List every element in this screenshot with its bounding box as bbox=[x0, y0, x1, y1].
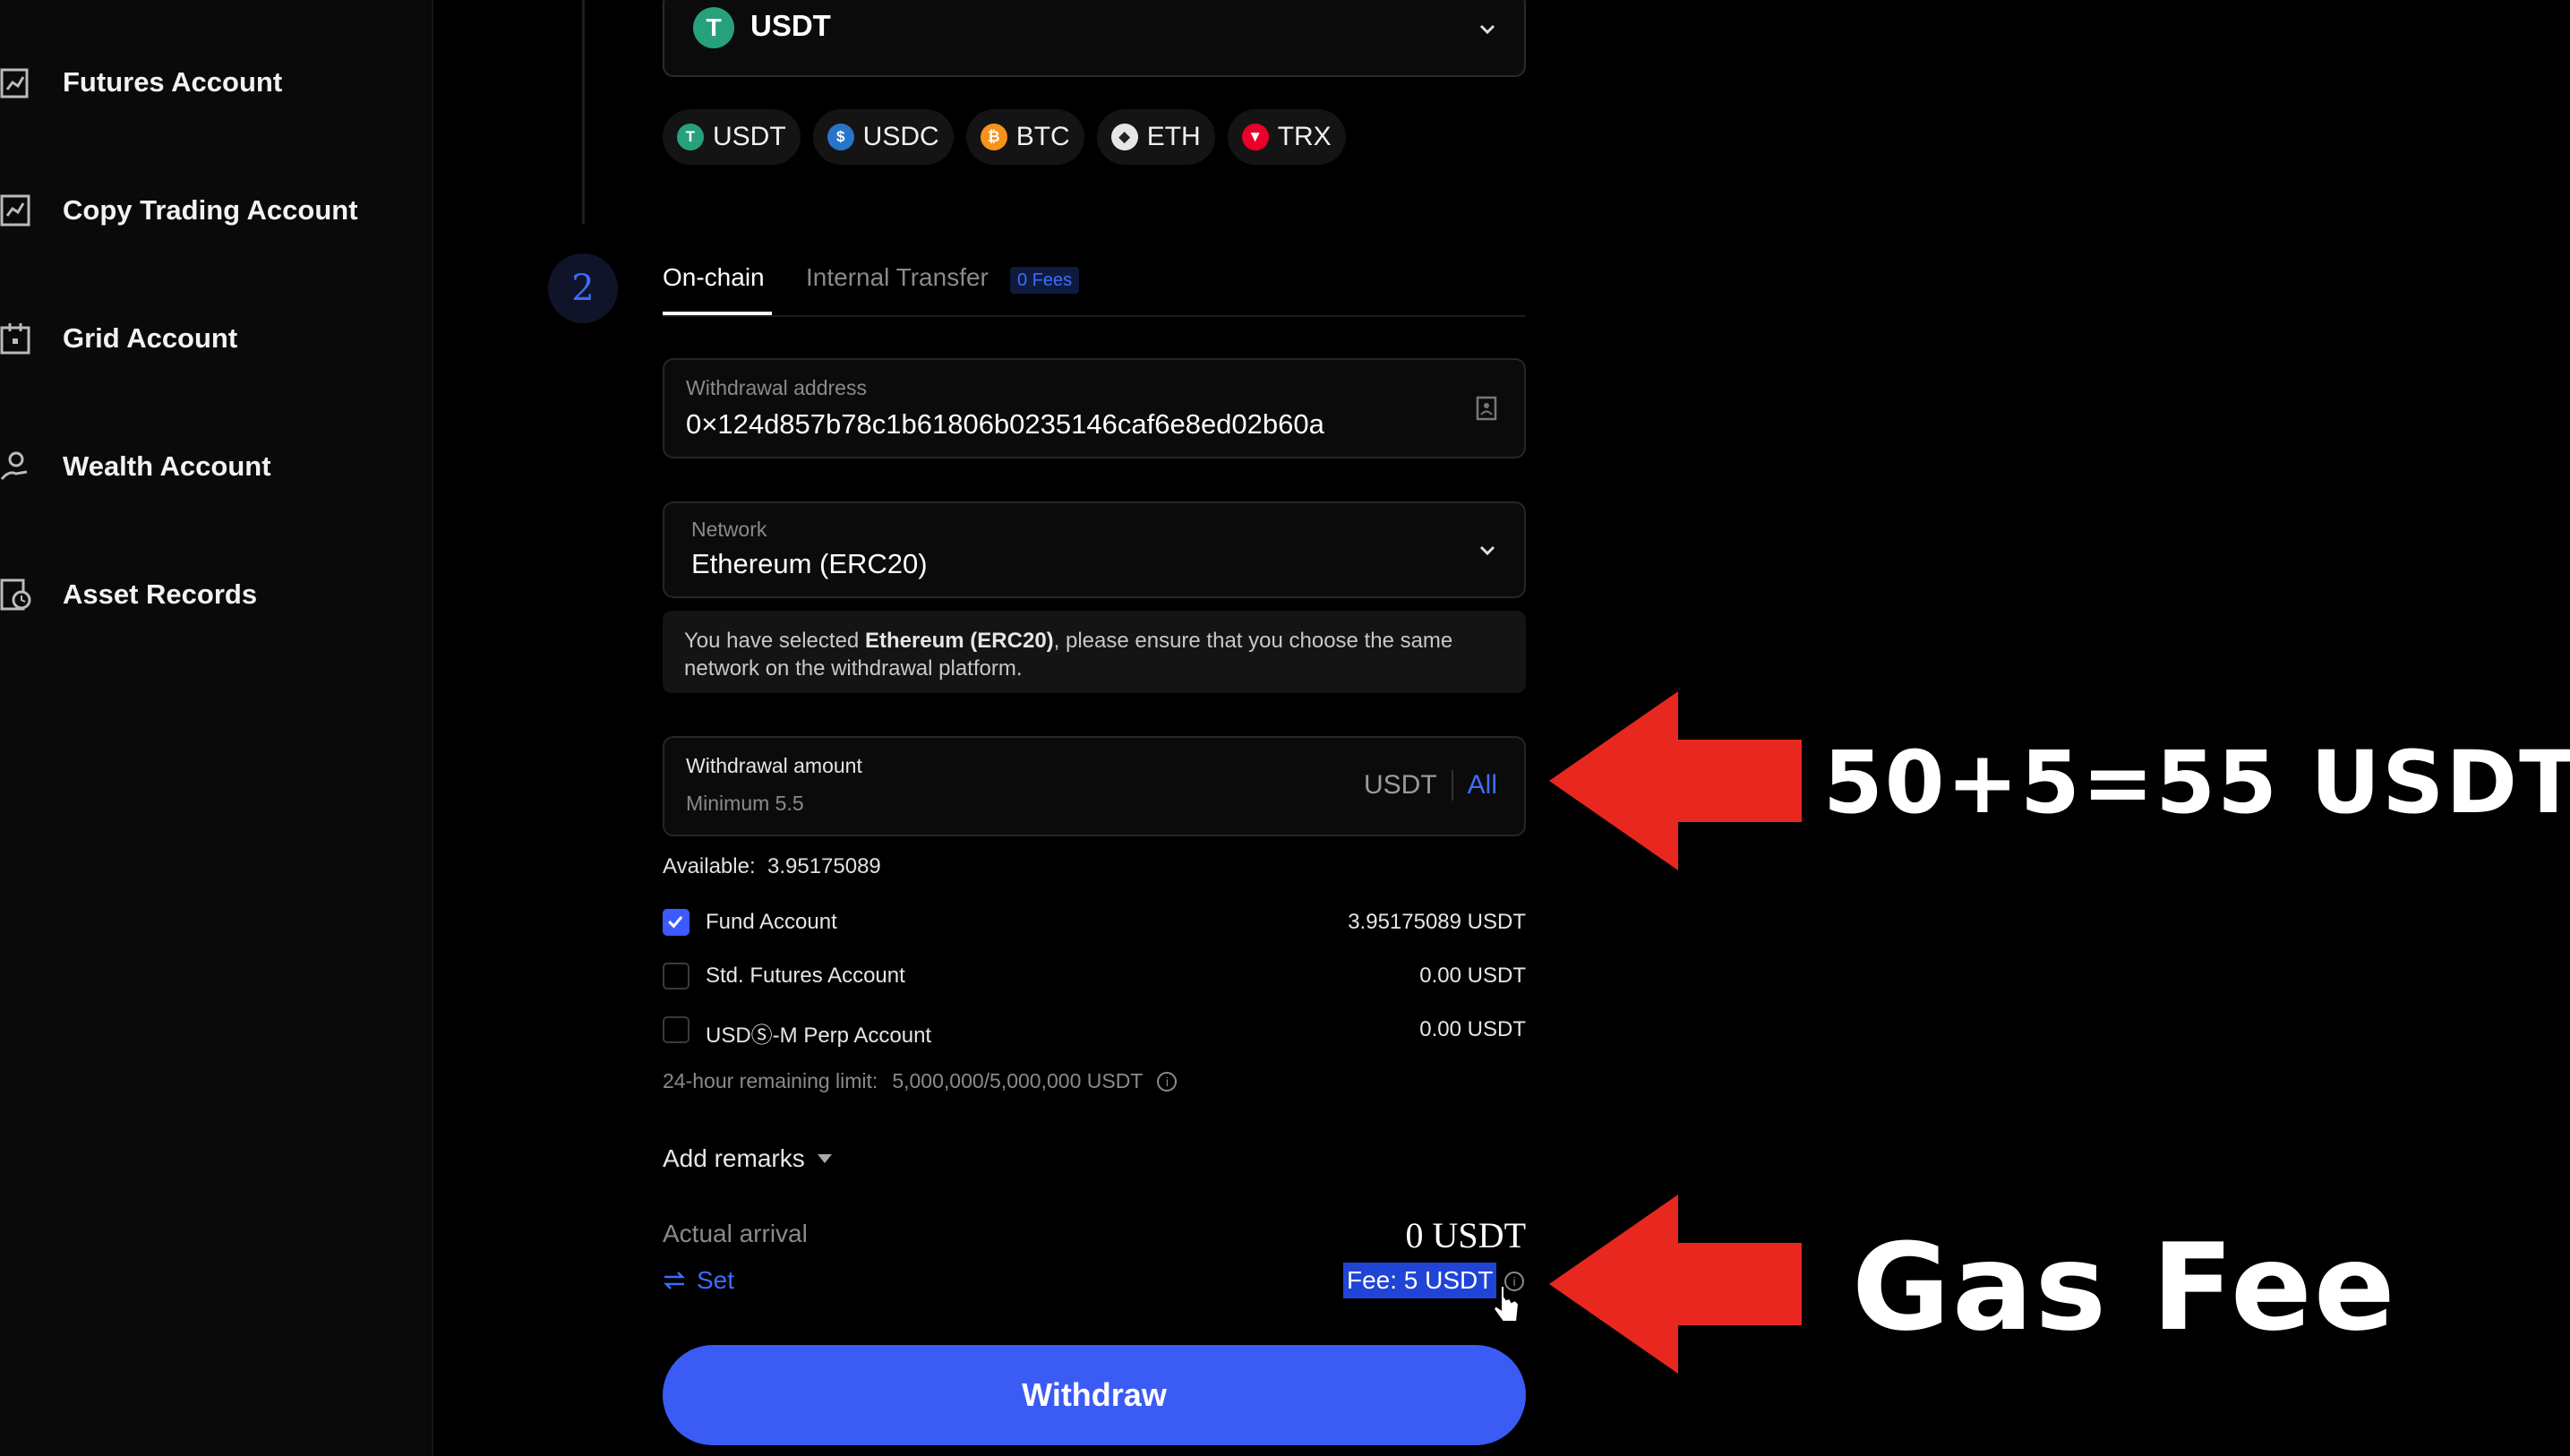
coin-chip-trx[interactable]: ▼ TRX bbox=[1227, 109, 1346, 165]
annotation-gas-fee: Gas Fee bbox=[1852, 1218, 2397, 1358]
amount-controls: USDT All bbox=[1364, 770, 1497, 801]
available-value: 3.95175089 bbox=[767, 854, 881, 878]
coin-chip-label: ETH bbox=[1146, 122, 1201, 151]
usdt-icon: T bbox=[677, 124, 704, 150]
step-rail bbox=[582, 0, 585, 224]
coin-chip-eth[interactable]: ◆ ETH bbox=[1096, 109, 1215, 165]
coin-chip-label: USDC bbox=[862, 122, 939, 151]
red-arrow-icon bbox=[1549, 1195, 1802, 1374]
sidebar: Futures Account Copy Trading Account Gri… bbox=[0, 0, 433, 1456]
zero-fees-badge: 0 Fees bbox=[1010, 267, 1080, 294]
available-label: Available: bbox=[663, 854, 756, 878]
usdt-icon: T bbox=[693, 7, 734, 48]
grid-icon bbox=[0, 323, 30, 355]
amount-all-button[interactable]: All bbox=[1453, 770, 1497, 801]
chevron-down-icon bbox=[1479, 24, 1495, 35]
set-link[interactable]: Set bbox=[663, 1266, 734, 1295]
fee-text: Fee: 5 USDT bbox=[1343, 1263, 1497, 1298]
account-name: Std. Futures Account bbox=[706, 964, 905, 988]
trx-icon: ▼ bbox=[1241, 124, 1269, 150]
sidebar-item-label: Wealth Account bbox=[63, 450, 271, 482]
swap-icon bbox=[663, 1272, 686, 1289]
usdc-icon: $ bbox=[827, 124, 854, 150]
account-value: 0.00 USDT bbox=[1419, 1017, 1526, 1041]
withdrawal-address-value[interactable]: 0×124d857b78c1b61806b0235146caf6e8ed02b6… bbox=[686, 408, 1324, 441]
info-icon[interactable]: i bbox=[1157, 1071, 1178, 1092]
network-notice: You have selected Ethereum (ERC20), plea… bbox=[663, 611, 1526, 693]
account-name: USDⓈ-M Perp Account bbox=[706, 1023, 932, 1048]
available-balance: Available: 3.95175089 bbox=[663, 854, 881, 879]
btc-icon: ₿ bbox=[980, 124, 1007, 150]
amount-unit: USDT bbox=[1364, 770, 1453, 801]
sidebar-item-label: Futures Account bbox=[63, 66, 283, 98]
sidebar-item-label: Asset Records bbox=[63, 578, 258, 610]
sidebar-item-label: Grid Account bbox=[63, 322, 238, 354]
actual-arrival-value: 0 USDT bbox=[1405, 1215, 1526, 1255]
account-name: Fund Account bbox=[706, 910, 837, 934]
account-value: 0.00 USDT bbox=[1419, 964, 1526, 988]
notice-network: Ethereum (ERC20) bbox=[864, 629, 1054, 653]
withdrawal-amount-label: Withdrawal amount bbox=[686, 754, 862, 777]
caret-down-icon bbox=[817, 1154, 832, 1163]
fund-account-checkbox[interactable] bbox=[663, 909, 690, 936]
red-arrow-icon bbox=[1549, 691, 1802, 870]
usds-m-perp-account-checkbox[interactable] bbox=[663, 1016, 690, 1043]
step-number-badge: 2 bbox=[548, 253, 618, 323]
withdraw-method-tabs: On-chain Internal Transfer 0 Fees bbox=[663, 260, 1526, 317]
network-label: Network bbox=[691, 518, 767, 541]
coin-chip-label: USDT bbox=[713, 122, 786, 151]
coin-chip-label: BTC bbox=[1015, 122, 1070, 151]
actual-arrival-label: Actual arrival bbox=[663, 1220, 808, 1247]
add-remarks-label: Add remarks bbox=[663, 1144, 805, 1172]
coin-chip-usdt[interactable]: T USDT bbox=[663, 109, 801, 165]
notice-prefix: You have selected bbox=[684, 629, 865, 653]
coin-chip-label: TRX bbox=[1277, 122, 1332, 151]
tab-on-chain[interactable]: On-chain bbox=[663, 263, 765, 292]
coin-chip-usdc[interactable]: $ USDC bbox=[812, 109, 954, 165]
coin-select[interactable]: T USDT bbox=[663, 0, 1526, 77]
network-value: Ethereum (ERC20) bbox=[691, 548, 928, 579]
account-row-fund: Fund Account 3.95175089 USDT bbox=[663, 906, 1526, 942]
std-futures-account-checkbox[interactable] bbox=[663, 963, 690, 989]
wealth-icon bbox=[0, 451, 28, 480]
remaining-limit: 24-hour remaining limit: 5,000,000/5,000… bbox=[663, 1069, 1178, 1093]
withdrawal-amount-minimum: Minimum 5.5 bbox=[686, 792, 804, 815]
address-book-icon[interactable] bbox=[1476, 396, 1497, 421]
copy-trading-icon bbox=[0, 194, 30, 227]
coin-chip-btc[interactable]: ₿ BTC bbox=[965, 109, 1084, 165]
account-value: 3.95175089 USDT bbox=[1348, 910, 1526, 934]
check-icon bbox=[668, 915, 683, 929]
limit-value: 5,000,000/5,000,000 USDT bbox=[892, 1069, 1144, 1092]
tab-internal-transfer[interactable]: Internal Transfer bbox=[806, 263, 989, 292]
sidebar-item-label: Copy Trading Account bbox=[63, 194, 358, 226]
withdrawal-address-label: Withdrawal address bbox=[686, 376, 867, 399]
account-row-usds-m-perp: USDⓈ-M Perp Account 0.00 USDT bbox=[663, 1014, 1526, 1049]
add-remarks-toggle[interactable]: Add remarks bbox=[663, 1144, 832, 1173]
withdraw-button[interactable]: Withdraw bbox=[663, 1345, 1526, 1445]
futures-icon bbox=[0, 68, 29, 98]
mouse-cursor-icon bbox=[1492, 1285, 1521, 1323]
limit-label: 24-hour remaining limit: bbox=[663, 1069, 878, 1092]
network-select[interactable]: Network Ethereum (ERC20) bbox=[663, 501, 1526, 598]
withdrawal-amount-field[interactable]: Withdrawal amount Minimum 5.5 USDT All bbox=[663, 736, 1526, 836]
annotation-total: 50+5=55 USDT bbox=[1823, 732, 2570, 833]
coin-chips: T USDT $ USDC ₿ BTC ◆ ETH ▼ TRX bbox=[663, 109, 1346, 165]
withdrawal-address-field[interactable]: Withdrawal address 0×124d857b78c1b61806b… bbox=[663, 358, 1526, 458]
eth-icon: ◆ bbox=[1110, 124, 1138, 150]
active-tab-underline bbox=[663, 312, 772, 315]
records-icon bbox=[0, 578, 31, 611]
account-row-std-futures: Std. Futures Account 0.00 USDT bbox=[663, 960, 1526, 996]
chevron-down-icon bbox=[1479, 545, 1495, 556]
coin-select-value: USDT bbox=[750, 9, 831, 42]
set-label: Set bbox=[697, 1266, 735, 1294]
